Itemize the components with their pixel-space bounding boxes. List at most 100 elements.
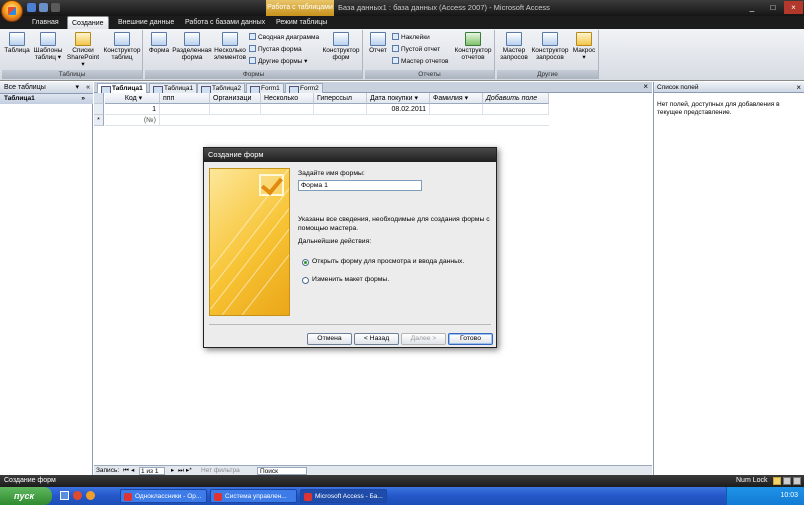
column-header-several[interactable]: Несколько <box>261 93 314 104</box>
labels-button[interactable]: Наклейки <box>392 33 430 42</box>
new-row-marker[interactable]: * <box>94 115 104 126</box>
undo-icon[interactable] <box>39 3 48 12</box>
cell-add-field[interactable] <box>483 104 549 115</box>
multiple-items-icon <box>222 32 238 46</box>
sharepoint-lists-button[interactable]: Списки SharePoint ▾ <box>65 32 101 68</box>
report-button[interactable]: Отчет <box>367 32 389 54</box>
blank-form-button[interactable]: Пустая форма <box>249 45 302 54</box>
sharepoint-icon <box>75 32 91 46</box>
doc-tab-table2[interactable]: Таблица2 <box>197 83 246 94</box>
cell-new-code[interactable]: (№) <box>105 115 160 126</box>
cancel-button[interactable]: Отмена <box>307 333 352 345</box>
new-row-cells[interactable] <box>160 115 549 126</box>
cell-several[interactable] <box>261 104 314 115</box>
column-header-code[interactable]: Код ▾ <box>105 93 160 104</box>
column-header-hyperlink[interactable]: Гиперссыл <box>314 93 367 104</box>
table-button[interactable]: Таблица <box>3 32 31 54</box>
title-bar: Работа с таблицами База данных1 : база д… <box>0 0 804 16</box>
redo-icon[interactable] <box>51 3 60 12</box>
datasheet-view-icon[interactable] <box>773 477 781 485</box>
cell-ppp[interactable] <box>160 104 210 115</box>
tab-create[interactable]: Создание <box>67 16 109 29</box>
quicklaunch-desktop-icon[interactable] <box>60 491 69 500</box>
record-position[interactable]: 1 из 1 <box>139 467 165 475</box>
tab-database-tools[interactable]: Работа с базами данных <box>181 16 269 29</box>
radio-open-form[interactable] <box>302 259 309 266</box>
task-management-system[interactable]: Система управлен... <box>210 489 297 503</box>
option-modify-layout-label[interactable]: Изменить макет формы. <box>312 276 389 284</box>
search-input[interactable]: Поиск <box>257 467 307 475</box>
column-header-add-field[interactable]: Добавить поле <box>483 93 549 104</box>
quicklaunch-opera-icon[interactable] <box>73 491 82 500</box>
doc-tab-table1[interactable]: Таблица1 <box>97 83 147 94</box>
table-designer-button[interactable]: Конструктор таблиц <box>102 32 142 61</box>
cell-purchase-date[interactable]: 08.02.2011 <box>367 104 430 115</box>
doc-tab-form2[interactable]: Form2 <box>285 83 323 94</box>
option-open-form-label[interactable]: Открыть форму для просмотра и ввода данн… <box>312 258 464 266</box>
form-name-input[interactable] <box>298 180 422 191</box>
column-header-purchase-date[interactable]: Дата покупки ▾ <box>367 93 430 104</box>
pivot-chart-button[interactable]: Сводная диаграмма <box>249 33 319 42</box>
start-button[interactable]: пуск <box>0 487 52 505</box>
row-selector[interactable] <box>94 104 104 115</box>
blank-report-icon <box>392 45 399 52</box>
multiple-items-label-2: элементов <box>213 54 247 61</box>
report-wizard-label: Мастер отчетов <box>401 58 449 65</box>
maximize-button[interactable]: □ <box>763 1 783 14</box>
tab-home[interactable]: Главная <box>28 16 63 29</box>
query-wizard-button[interactable]: Мастер запросов <box>499 32 529 61</box>
task-microsoft-access[interactable]: Microsoft Access - Ба... <box>300 489 387 503</box>
group-reports-label: Отчеты <box>365 70 494 79</box>
nav-header[interactable]: Все таблицы ▾ « <box>0 82 93 94</box>
tab-external-data[interactable]: Внешние данные <box>114 16 178 29</box>
query-designer-button[interactable]: Конструктор запросов <box>530 32 570 61</box>
report-wizard-button[interactable]: Мастер отчетов <box>392 57 449 66</box>
nav-section-table1[interactable]: Таблица1 » <box>0 94 93 104</box>
tab-datasheet[interactable]: Режим таблицы <box>272 16 331 29</box>
column-header-surname[interactable]: Фамилия ▾ <box>430 93 483 104</box>
doc-tab-table1-2[interactable]: Таблица1 <box>149 83 198 94</box>
report-designer-button[interactable]: Конструктор отчетов <box>453 32 493 61</box>
close-pane-icon[interactable]: × <box>796 82 801 93</box>
split-form-button[interactable]: Разделенная форма <box>172 32 212 61</box>
column-header-label: Несколько <box>264 95 299 102</box>
multiple-items-button[interactable]: Несколько элементов <box>213 32 247 61</box>
collapse-section-icon[interactable]: » <box>81 94 85 104</box>
cell-organization[interactable] <box>210 104 261 115</box>
column-header-label: ппп <box>163 95 175 102</box>
design-view-icon[interactable] <box>793 477 801 485</box>
task-odnoklassniki[interactable]: Одноклассники - Op... <box>120 489 207 503</box>
table-templates-button[interactable]: Шаблоны таблиц ▾ <box>32 32 64 61</box>
cell-code[interactable]: 1 <box>105 104 160 115</box>
next-button[interactable]: Далее > <box>401 333 446 345</box>
cell-hyperlink[interactable] <box>314 104 367 115</box>
column-header-label: Гиперссыл <box>317 95 352 102</box>
blank-report-button[interactable]: Пустой отчет <box>392 45 440 54</box>
save-icon[interactable] <box>27 3 36 12</box>
pivot-view-icon[interactable] <box>783 477 791 485</box>
office-button[interactable] <box>1 0 23 22</box>
table-icon <box>9 32 25 46</box>
quicklaunch-browser-icon[interactable] <box>86 491 95 500</box>
form-designer-button[interactable]: Конструктор форм <box>321 32 361 61</box>
finish-button[interactable]: Готово <box>448 333 493 345</box>
other-forms-button[interactable]: Другие формы ▾ <box>249 57 307 66</box>
close-button[interactable]: × <box>784 1 803 14</box>
sharepoint-label-1: Списки <box>72 47 94 54</box>
close-document-icon[interactable]: × <box>643 82 648 91</box>
form-button[interactable]: Форма <box>147 32 171 54</box>
back-button[interactable]: < Назад <box>354 333 399 345</box>
select-all-corner[interactable] <box>94 93 104 104</box>
clock[interactable]: 10:03 <box>780 492 798 499</box>
column-header-ppp[interactable]: ппп <box>160 93 210 104</box>
chevron-down-icon[interactable]: ▾ <box>75 82 79 94</box>
cell-surname[interactable] <box>430 104 483 115</box>
macro-label-1: Макрос <box>572 47 596 54</box>
radio-modify-layout[interactable] <box>302 277 309 284</box>
macro-button[interactable]: Макрос ▾ <box>571 32 597 61</box>
minimize-button[interactable]: _ <box>742 1 762 14</box>
column-header-label: Дата покупки <box>370 95 413 102</box>
doc-tab-form1[interactable]: Form1 <box>246 83 284 94</box>
collapse-pane-icon[interactable]: « <box>86 82 90 94</box>
column-header-organization[interactable]: Организаци <box>210 93 261 104</box>
